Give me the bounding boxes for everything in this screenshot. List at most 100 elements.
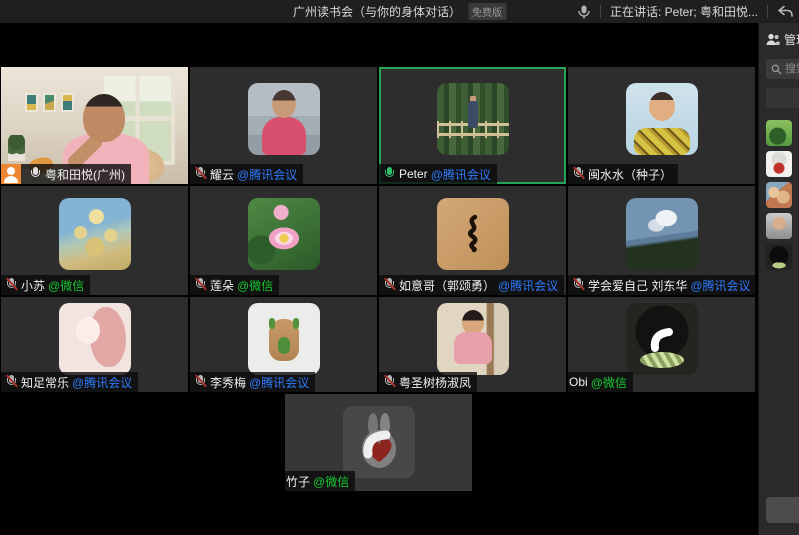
microphone-icon — [384, 167, 395, 181]
participant-avatar — [59, 198, 131, 270]
panel-bottom-button[interactable] — [766, 497, 799, 523]
reply-arrow-icon[interactable] — [777, 5, 794, 18]
participant-name: 耀云 — [210, 166, 234, 183]
participant-platform: @微信 — [313, 473, 349, 490]
manage-members-panel: 管理成员 — [758, 23, 799, 535]
host-indicator-icon — [1, 164, 21, 184]
participant-name: Peter — [399, 167, 428, 181]
participant-tile[interactable]: 粤圣树杨淑凤 — [379, 297, 566, 392]
participant-tile[interactable]: 粤和田悦(广州) — [1, 67, 188, 184]
participant-platform: @腾讯会议 — [431, 166, 491, 183]
participant-avatar — [437, 83, 509, 155]
member-list — [766, 120, 799, 270]
free-version-badge: 免费版 — [468, 3, 506, 20]
participant-avatar — [626, 198, 698, 270]
microphone-icon — [384, 278, 395, 292]
microphone-icon — [384, 375, 395, 389]
wall-paintings — [25, 93, 74, 112]
participant-label: 学会爱自己 刘东华 @腾讯会议 — [568, 275, 755, 295]
microphone-icon — [195, 278, 206, 292]
participant-name: 如意哥（郭颂勇） — [399, 277, 495, 294]
microphone-icon — [6, 375, 17, 389]
participant-name: 小苏 — [21, 277, 45, 294]
divider — [600, 5, 601, 18]
top-bar-right: 正在讲话: Peter; 粤和田悦... — [577, 0, 794, 23]
participant-tile[interactable]: 小苏 @微信 — [1, 186, 188, 295]
participant-name: 莲朵 — [210, 277, 234, 294]
participant-platform: @微信 — [48, 277, 84, 294]
member-avatar-family-photo[interactable] — [766, 182, 792, 208]
participant-avatar — [626, 83, 698, 155]
search-icon — [771, 64, 782, 75]
participant-avatar — [437, 198, 509, 270]
search-input[interactable] — [785, 63, 799, 75]
meeting-title-group: 广州读书会（与你的身体对话） 免费版 — [293, 0, 506, 23]
calligraphy-icon — [451, 212, 495, 256]
participant-platform: @腾讯会议 — [237, 166, 297, 183]
participant-tile[interactable]: 李秀梅 @腾讯会议 — [190, 297, 377, 392]
members-icon — [766, 33, 780, 46]
participant-name: 竹子 — [286, 473, 310, 490]
participant-platform: @腾讯会议 — [498, 277, 558, 294]
participant-label: 粤和田悦(广州) — [1, 164, 131, 184]
participant-label: 粤圣树杨淑凤 — [379, 372, 477, 392]
member-avatar-green-landscape[interactable] — [766, 120, 792, 146]
phone-call-icon — [645, 322, 679, 356]
member-search[interactable] — [766, 59, 799, 79]
participant-tile[interactable]: 耀云 @腾讯会议 — [190, 67, 377, 184]
speaking-status: 正在讲话: Peter; 粤和田悦... — [610, 3, 758, 20]
participant-name: 李秀梅 — [210, 374, 246, 391]
participant-name: 知足常乐 — [21, 374, 69, 391]
participant-label: Peter @腾讯会议 — [379, 164, 497, 184]
microphone-icon — [573, 167, 584, 181]
participant-avatar — [248, 198, 320, 270]
participant-tile[interactable]: 莲朵 @微信 — [190, 186, 377, 295]
participant-label: 莲朵 @微信 — [190, 275, 279, 295]
participant-tile[interactable]: 知足常乐 @腾讯会议 — [1, 297, 188, 392]
divider — [767, 5, 768, 18]
grid-row: 粤和田悦(广州) 耀云 @腾讯会议 Peter @腾讯会议 闽 — [1, 67, 755, 184]
participant-avatar — [437, 303, 509, 375]
participant-name: Obi — [569, 375, 588, 389]
panel-header: 管理成员 — [766, 31, 799, 48]
microphone-icon[interactable] — [577, 5, 591, 19]
microphone-icon — [6, 278, 17, 292]
participant-avatar — [248, 303, 320, 375]
person-head — [83, 94, 125, 142]
participant-tile-speaking[interactable]: Peter @腾讯会议 — [379, 67, 566, 184]
panel-title: 管理成员 — [784, 31, 799, 48]
microphone-icon — [195, 167, 206, 181]
participant-name: 学会爱自己 刘东华 — [588, 277, 687, 294]
grid-row: 知足常乐 @腾讯会议 李秀梅 @腾讯会议 粤圣树杨淑凤 — [1, 297, 755, 392]
participant-name: 粤和田悦(广州) — [45, 166, 125, 183]
participant-platform: @腾讯会议 — [690, 277, 750, 294]
meeting-window: 广州读书会（与你的身体对话） 免费版 正在讲话: Peter; 粤和田悦... — [0, 0, 799, 535]
participant-platform: @微信 — [237, 277, 273, 294]
participant-tile[interactable]: 闽水水（种子） — [568, 67, 755, 184]
top-bar: 广州读书会（与你的身体对话） 免费版 正在讲话: Peter; 粤和田悦... — [0, 0, 799, 23]
member-avatar-black-cat[interactable] — [766, 244, 792, 270]
grid-row: 小苏 @微信 莲朵 @微信 如意哥（郭颂勇） @腾讯会议 — [1, 186, 755, 295]
meeting-title: 广州读书会（与你的身体对话） — [293, 3, 461, 20]
participant-label: 如意哥（郭颂勇） @腾讯会议 — [379, 275, 564, 295]
participant-avatar — [248, 83, 320, 155]
participant-label: Obi @微信 — [568, 372, 633, 392]
participant-name: 粤圣树杨淑凤 — [399, 374, 471, 391]
participant-name: 闽水水（种子） — [588, 166, 672, 183]
microphone-icon — [195, 375, 206, 389]
grid-row: 竹子 @微信 — [285, 394, 472, 491]
participant-label: 耀云 @腾讯会议 — [190, 164, 303, 184]
microphone-icon — [573, 278, 584, 292]
participant-tile[interactable]: 竹子 @微信 — [285, 394, 472, 491]
participant-tile[interactable]: 如意哥（郭颂勇） @腾讯会议 — [379, 186, 566, 295]
participant-tile[interactable]: 学会爱自己 刘东华 @腾讯会议 — [568, 186, 755, 295]
participant-platform: @腾讯会议 — [249, 374, 309, 391]
panel-tab-strip[interactable] — [766, 88, 799, 108]
member-avatar-rabbit-with-heart[interactable] — [766, 151, 792, 177]
microphone-icon — [30, 167, 41, 181]
member-avatar-woman-photo[interactable] — [766, 213, 792, 239]
participant-label: 李秀梅 @腾讯会议 — [190, 372, 315, 392]
participant-tile[interactable]: Obi @微信 — [568, 297, 755, 392]
participant-label: 知足常乐 @腾讯会议 — [1, 372, 138, 392]
participant-avatar — [343, 406, 415, 478]
